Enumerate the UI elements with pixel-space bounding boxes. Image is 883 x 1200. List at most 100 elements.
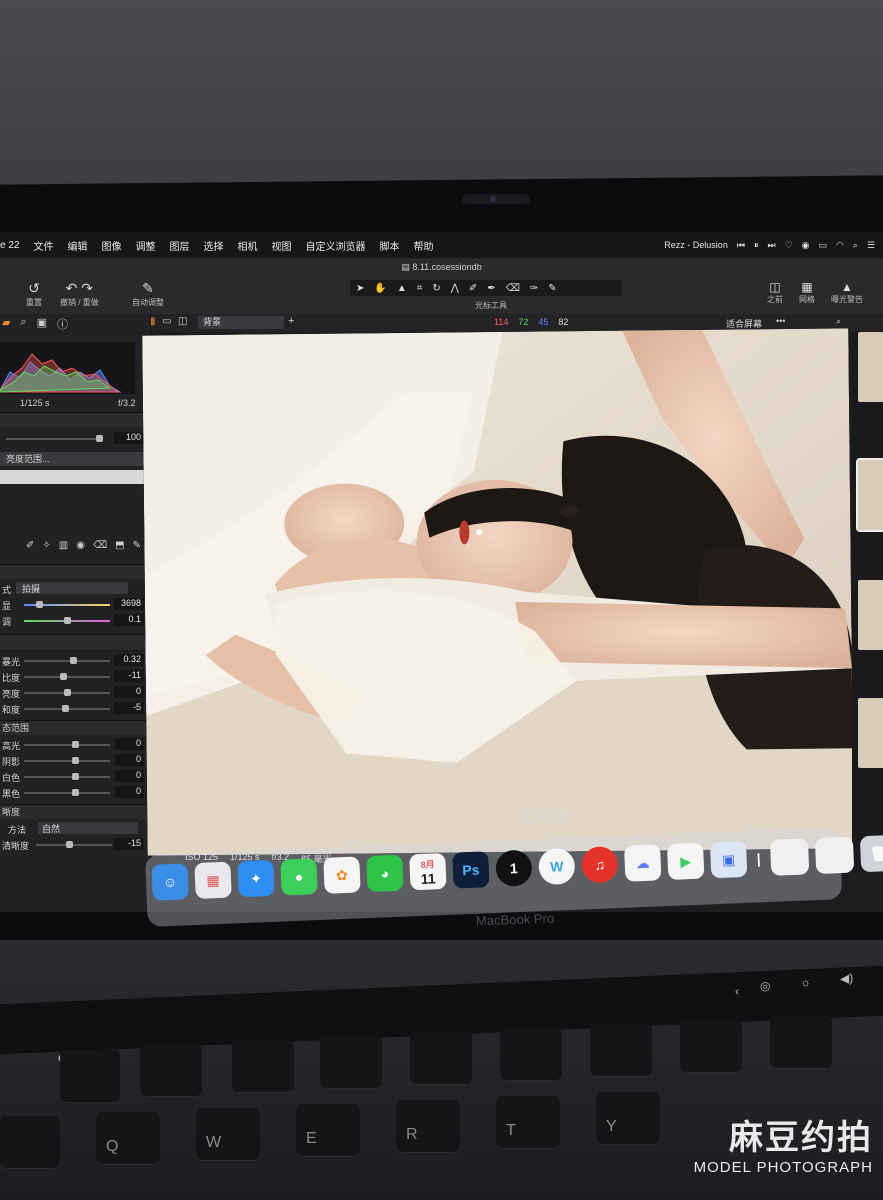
menu-view[interactable]: 视图 xyxy=(271,238,291,253)
wb-temp-value[interactable]: 3698 xyxy=(114,598,144,610)
blacks-knob[interactable] xyxy=(72,789,79,796)
media-prev-icon[interactable]: ⏮ xyxy=(737,240,745,251)
wb-tint-value[interactable]: 0.1 xyxy=(114,614,144,626)
whites-value[interactable]: 0 xyxy=(114,770,144,782)
key[interactable] xyxy=(232,1040,294,1092)
clarity-value[interactable]: -15 xyxy=(114,838,144,850)
filmstrip-thumb-selected[interactable] xyxy=(856,458,883,532)
shadows-knob[interactable] xyxy=(72,757,79,764)
loupe-tool-icon[interactable]: ▲ xyxy=(397,283,407,294)
highlights-slider[interactable] xyxy=(24,741,110,748)
filmstrip-thumb[interactable] xyxy=(858,698,883,768)
saturation-knob[interactable] xyxy=(62,705,69,712)
rotate-tool-icon[interactable]: ↻ xyxy=(432,283,440,294)
photos-icon[interactable]: ✿ xyxy=(323,856,361,894)
keystone-tool-icon[interactable]: ⋀ xyxy=(451,283,459,294)
whites-knob[interactable] xyxy=(72,773,79,780)
more-icon[interactable]: ••• xyxy=(776,316,785,326)
wechat-icon[interactable]: ◕ xyxy=(366,854,404,893)
recent-window-1[interactable] xyxy=(769,838,810,876)
wb-tint-knob[interactable] xyxy=(64,617,71,624)
finder-icon[interactable]: ☺ xyxy=(151,863,189,901)
key[interactable] xyxy=(60,1050,120,1102)
wb-tint-slider[interactable] xyxy=(24,617,110,624)
blacks-slider[interactable] xyxy=(24,789,110,796)
filmstrip-thumb[interactable] xyxy=(858,580,883,650)
menu-layer[interactable]: 图层 xyxy=(169,238,189,253)
wifi-icon[interactable]: ◠ xyxy=(836,240,844,251)
key[interactable] xyxy=(410,1032,472,1084)
luminosity-range-button[interactable]: 亮度范围... xyxy=(0,452,146,466)
whites-slider[interactable] xyxy=(24,773,110,780)
brightness-value[interactable]: 0 xyxy=(114,686,144,698)
camera-tab-icon[interactable]: ▰ xyxy=(2,316,10,332)
preset-select[interactable]: 背景 xyxy=(198,316,284,329)
menu-select[interactable]: 选择 xyxy=(203,238,223,253)
touchbar-volume-icon[interactable]: ◀) xyxy=(840,971,853,986)
undo-redo-button[interactable]: ↶ ↷ 撤销 / 重做 xyxy=(60,280,99,308)
trash-icon[interactable]: 🗑 xyxy=(859,834,883,873)
eraser-tool-icon[interactable]: ⌫ xyxy=(506,283,520,294)
pointer-tool-icon[interactable]: ➤ xyxy=(356,283,364,294)
menu-image[interactable]: 图像 xyxy=(101,238,121,253)
blacks-value[interactable]: 0 xyxy=(114,786,144,798)
key-e[interactable]: E xyxy=(296,1104,360,1156)
crop-tool-icon[interactable]: ⌗ xyxy=(417,283,423,294)
menu-edit[interactable]: 编辑 xyxy=(67,238,87,253)
photoshop-icon[interactable]: Ps xyxy=(452,851,490,889)
netease-music-icon[interactable]: ♫ xyxy=(581,846,619,884)
picker-tool-icon[interactable]: ✑ xyxy=(530,283,538,294)
reset-button[interactable]: ↺ 重置 xyxy=(26,280,42,308)
search-icon[interactable]: ⌕ xyxy=(853,240,858,251)
contrast-value[interactable]: -11 xyxy=(114,670,144,682)
key-t[interactable]: T xyxy=(496,1096,560,1148)
launchpad-icon[interactable]: ▦ xyxy=(194,861,232,899)
media-pause-icon[interactable]: ⏸ xyxy=(754,240,759,251)
wb-temp-knob[interactable] xyxy=(36,601,43,608)
heart-icon[interactable]: ♡ xyxy=(785,240,793,251)
add-icon[interactable]: + xyxy=(288,315,294,327)
level-value[interactable]: 100 xyxy=(114,432,144,444)
key-w[interactable]: W xyxy=(196,1108,260,1160)
picker-icon[interactable]: ✎ xyxy=(133,540,141,551)
messages-icon[interactable]: ● xyxy=(280,858,318,896)
mask-bar[interactable] xyxy=(0,470,146,484)
exposure-value[interactable]: 0.32 xyxy=(114,654,144,666)
single-view-icon[interactable]: ▭ xyxy=(162,316,171,327)
w-app-icon[interactable]: W xyxy=(538,847,576,886)
touchbar-siri-icon[interactable]: ◎ xyxy=(760,979,770,993)
highlights-value[interactable]: 0 xyxy=(114,738,144,750)
touchbar-brightness-icon[interactable]: ☼ xyxy=(800,975,811,989)
brush-tool-icon[interactable]: ✐ xyxy=(469,283,477,294)
menu-script[interactable]: 脚本 xyxy=(379,238,399,253)
photo-viewer[interactable] xyxy=(142,328,854,856)
saturation-slider[interactable] xyxy=(24,705,110,712)
wb-temp-slider[interactable] xyxy=(24,601,110,608)
exposure-warning-button[interactable]: ▲ 曝光警告 xyxy=(831,280,863,305)
key[interactable] xyxy=(0,1116,60,1168)
wb-mode-select[interactable]: 拍摄 xyxy=(16,582,128,594)
exposure-slider[interactable] xyxy=(24,657,110,664)
level-knob[interactable] xyxy=(96,435,103,442)
clarity-slider[interactable] xyxy=(36,841,112,848)
hand-tool-icon[interactable]: ✋ xyxy=(374,283,386,294)
zoom-icon[interactable]: ⌕ xyxy=(836,316,841,327)
annotate-tool-icon[interactable]: ✎ xyxy=(548,283,556,294)
info-tab-icon[interactable]: ⓘ xyxy=(57,316,68,332)
key[interactable] xyxy=(140,1044,202,1096)
exposure-knob[interactable] xyxy=(70,657,77,664)
safari-icon[interactable]: ✦ xyxy=(237,859,275,898)
touchbar-back-icon[interactable]: ‹ xyxy=(735,984,739,998)
key[interactable] xyxy=(500,1028,562,1080)
app-menu[interactable]: e 22 xyxy=(0,240,19,251)
radial-icon[interactable]: ◉ xyxy=(76,540,85,551)
pen-tool-icon[interactable]: ✒ xyxy=(487,283,495,294)
brightness-slider[interactable] xyxy=(24,689,110,696)
fit-screen-label[interactable]: 适合屏幕 xyxy=(726,317,762,330)
baidu-netdisk-icon[interactable]: ☁ xyxy=(624,844,662,882)
shadows-slider[interactable] xyxy=(24,757,110,764)
fill-icon[interactable]: ⬒ xyxy=(115,540,124,551)
menu-camera[interactable]: 相机 xyxy=(237,238,257,253)
level-slider[interactable] xyxy=(6,435,103,442)
key[interactable] xyxy=(680,1020,742,1072)
